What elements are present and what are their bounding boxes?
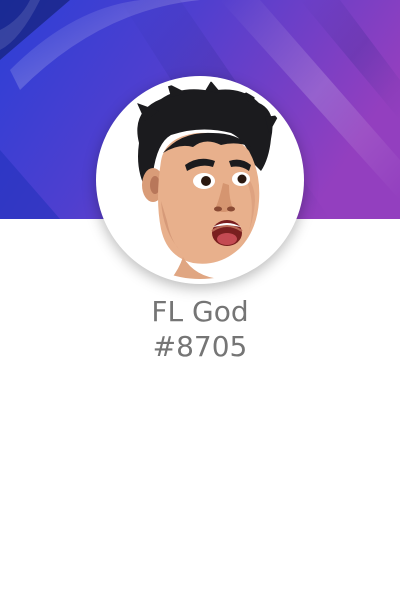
user-discriminator: #8705 <box>152 330 248 363</box>
avatar-image <box>101 81 299 279</box>
profile-card: FL God #8705 <box>0 0 400 600</box>
face-avatar-icon <box>101 81 299 279</box>
username: FL God <box>151 295 249 328</box>
avatar[interactable] <box>96 76 304 284</box>
